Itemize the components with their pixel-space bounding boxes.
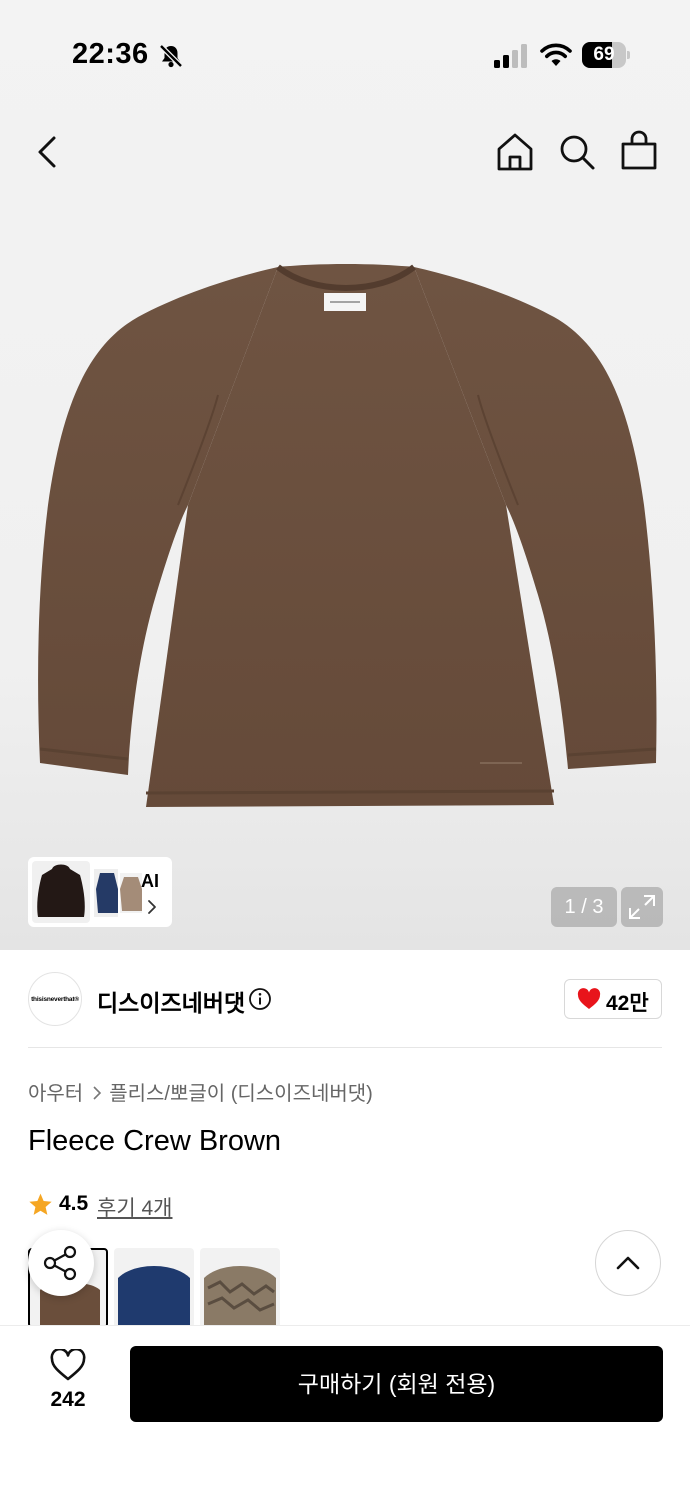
chevron-right-icon xyxy=(93,1086,102,1100)
breadcrumb-category[interactable]: 아우터 xyxy=(28,1083,83,1105)
ai-thumb-hoodie xyxy=(32,861,90,923)
ai-thumb-navy xyxy=(94,869,118,917)
breadcrumb: 아우터 플리스/뽀글이 (디스이즈네버댓) xyxy=(28,1077,373,1106)
expand-button[interactable] xyxy=(621,887,663,927)
color-swatch-navy[interactable] xyxy=(114,1248,194,1328)
color-swatch-pattern[interactable] xyxy=(200,1248,280,1328)
divider xyxy=(28,1047,662,1048)
info-icon[interactable] xyxy=(248,987,272,1011)
breadcrumb-subcategory[interactable]: 플리스/뽀글이 (디스이즈네버댓) xyxy=(109,1083,373,1105)
wifi-icon xyxy=(540,43,572,66)
brand-name[interactable]: 디스이즈네버댓 xyxy=(97,984,245,1018)
ai-thumb-beige xyxy=(120,873,142,913)
product-title: Fleece Crew Brown xyxy=(28,1125,282,1157)
heart-filled-icon xyxy=(577,988,601,1009)
battery-percent: 69 xyxy=(593,44,615,65)
scroll-top-button[interactable] xyxy=(595,1230,661,1296)
buy-button[interactable]: 구매하기 (회원 전용) xyxy=(130,1346,663,1422)
chevron-right-icon xyxy=(148,900,156,914)
heart-outline-icon[interactable] xyxy=(50,1349,86,1381)
home-icon[interactable] xyxy=(495,132,535,172)
battery-icon: 69 xyxy=(582,42,630,68)
ai-label: AI xyxy=(141,871,159,891)
rating-value: 4.5 xyxy=(59,1192,89,1215)
brand-like-button[interactable]: 42만 xyxy=(564,979,662,1019)
cellular-signal-icon xyxy=(494,44,527,68)
expand-icon xyxy=(629,895,655,919)
star-icon xyxy=(29,1193,52,1215)
search-icon[interactable] xyxy=(557,132,597,172)
reviews-link[interactable]: 후기 4개 xyxy=(97,1192,172,1222)
product-image[interactable] xyxy=(28,255,664,815)
shopping-bag-icon[interactable] xyxy=(619,130,659,172)
product-gallery[interactable]: 22:36 69 AI 1 / 3 xyxy=(0,0,690,950)
bottom-action-bar: 242 구매하기 (회원 전용) xyxy=(0,1325,690,1500)
status-time: 22:36 xyxy=(72,38,149,70)
chevron-up-icon xyxy=(616,1256,640,1270)
brand-logo[interactable]: thisisneverthat® xyxy=(28,972,82,1026)
brand-like-count: 42만 xyxy=(606,992,649,1015)
back-button[interactable] xyxy=(30,132,66,172)
wish-count: 242 xyxy=(50,1388,86,1411)
ai-recommendation-card[interactable]: AI xyxy=(28,857,172,927)
brand-row: thisisneverthat® 디스이즈네버댓 42만 xyxy=(0,950,690,1048)
share-button[interactable] xyxy=(28,1230,94,1296)
share-icon xyxy=(43,1245,77,1281)
bell-slash-icon xyxy=(159,44,183,68)
status-bar: 22:36 69 xyxy=(0,0,690,100)
image-pager: 1 / 3 xyxy=(551,887,617,927)
